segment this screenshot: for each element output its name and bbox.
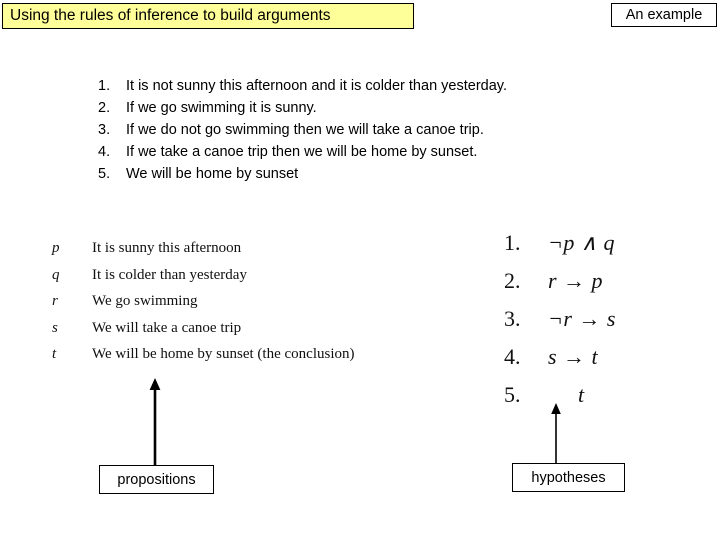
propositions-callout-box: propositions (99, 465, 214, 494)
up-arrow-icon (149, 378, 161, 466)
propositions-callout-label: propositions (117, 471, 196, 488)
proposition-variable: t (52, 346, 57, 362)
hypothesis-row: 3. ¬r → s (504, 306, 694, 344)
slide-canvas: Using the rules of inference to build ar… (0, 0, 720, 540)
proposition-variable: p (52, 240, 60, 256)
list-item: 5. We will be home by sunset (98, 166, 658, 188)
proposition-row: s We will take a canoe trip (52, 320, 472, 347)
hypotheses-callout-box: hypotheses (512, 463, 625, 492)
proposition-description: We go swimming (92, 293, 198, 309)
proposition-description: We will be home by sunset (the conclusio… (92, 346, 355, 362)
list-item: 3. If we do not go swimming then we will… (98, 122, 658, 144)
list-item-text: If we do not go swimming then we will ta… (126, 122, 484, 138)
proposition-variable: s (52, 319, 58, 336)
list-item-text: If we take a canoe trip then we will be … (126, 144, 478, 160)
up-arrow-icon (551, 403, 561, 465)
hypothesis-number: 5. (504, 382, 521, 407)
proposition-description: It is sunny this afternoon (92, 240, 242, 256)
list-item: 2. If we go swimming it is sunny. (98, 100, 658, 122)
proposition-description: We will take a canoe trip (92, 319, 242, 336)
hypotheses-callout-label: hypotheses (531, 469, 606, 486)
propositions-arrow (145, 378, 165, 466)
hypotheses-formula-list: 1. ¬p ∧ q 2. r → p 3. ¬r → s 4. s → t 5.… (504, 230, 694, 420)
hypothesis-number: 2. (504, 268, 521, 293)
hypothesis-formula: ¬r → s (548, 306, 616, 331)
hypothesis-number: 4. (504, 344, 521, 369)
hypotheses-arrow (546, 403, 566, 465)
list-item: 4. If we take a canoe trip then we will … (98, 144, 658, 166)
list-item-text: We will be home by sunset (126, 166, 299, 182)
argument-statement-list: 1. It is not sunny this afternoon and it… (98, 78, 658, 188)
hypothesis-row: 2. r → p (504, 268, 694, 306)
example-label: An example (625, 6, 703, 23)
list-item-number: 4. (98, 144, 111, 160)
slide-title-box: Using the rules of inference to build ar… (2, 3, 414, 29)
hypothesis-row: 5. t (504, 382, 694, 420)
hypothesis-formula: s → t (548, 344, 599, 369)
hypothesis-formula: r → p (548, 268, 604, 293)
hypothesis-row: 4. s → t (504, 344, 694, 382)
list-item-number: 5. (98, 166, 111, 182)
proposition-row: p It is sunny this afternoon (52, 240, 472, 267)
list-item-number: 1. (98, 78, 111, 94)
proposition-row: q It is colder than yesterday (52, 267, 472, 294)
hypothesis-number: 1. (504, 230, 521, 255)
list-item-text: If we go swimming it is sunny. (126, 100, 317, 116)
list-item-number: 3. (98, 122, 111, 138)
propositions-legend: p It is sunny this afternoon q It is col… (52, 240, 472, 373)
proposition-row: t We will be home by sunset (the conclus… (52, 346, 472, 373)
proposition-row: r We go swimming (52, 293, 472, 320)
list-item-number: 2. (98, 100, 111, 116)
hypothesis-number: 3. (504, 306, 521, 331)
proposition-description: It is colder than yesterday (92, 266, 247, 283)
hypothesis-formula: ¬p ∧ q (548, 230, 615, 255)
hypothesis-row: 1. ¬p ∧ q (504, 230, 694, 268)
list-item-text: It is not sunny this afternoon and it is… (126, 78, 507, 94)
example-label-box: An example (611, 3, 717, 27)
list-item: 1. It is not sunny this afternoon and it… (98, 78, 658, 100)
page-title: Using the rules of inference to build ar… (10, 7, 331, 25)
proposition-variable: q (52, 266, 60, 283)
hypothesis-formula: t (578, 382, 585, 407)
proposition-variable: r (52, 293, 58, 309)
